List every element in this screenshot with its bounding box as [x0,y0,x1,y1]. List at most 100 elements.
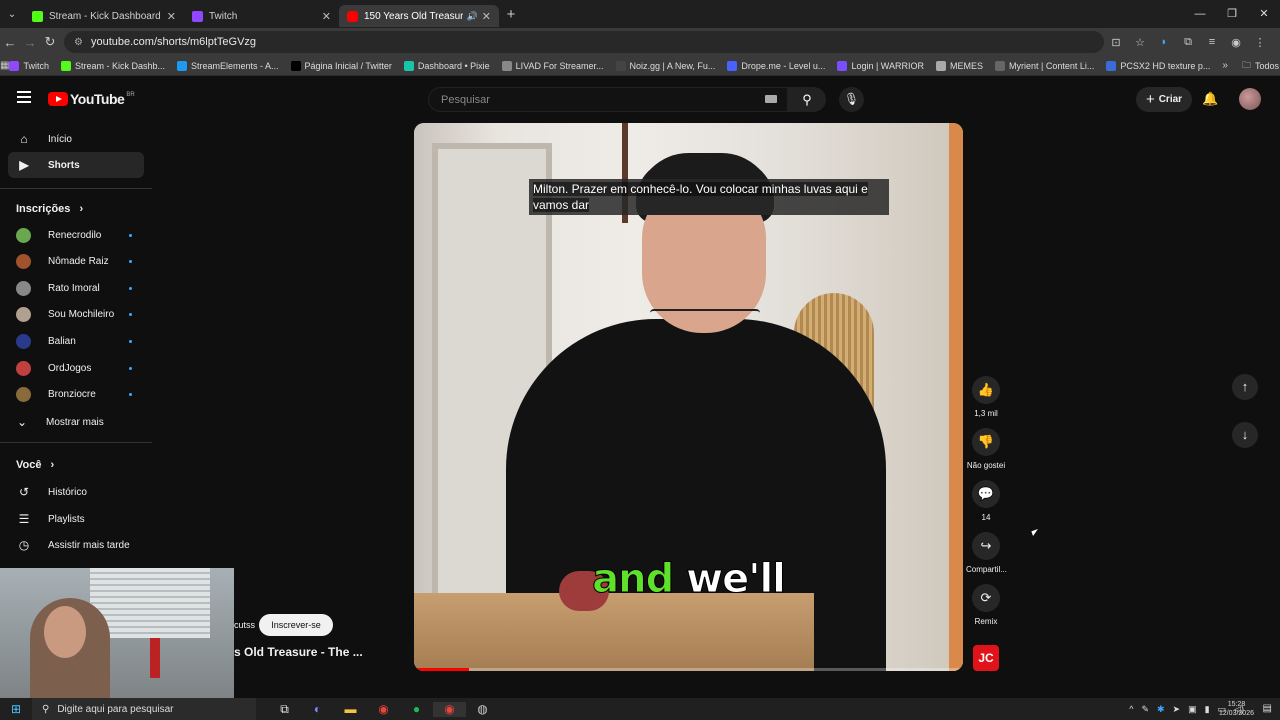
chrome-icon[interactable]: ◉ [367,702,400,717]
taskbar-search-input[interactable]: ⚲ Digite aqui para pesquisar [32,698,256,720]
you-heading[interactable]: Você › [16,459,54,471]
system-clock[interactable]: 15:28 12/03/2026 [1219,700,1254,718]
extensions-puzzle-icon[interactable]: ⧉ [1176,36,1200,49]
video-title[interactable]: s Old Treasure - The ... [234,645,363,659]
subscription-item[interactable]: Rato Imoral [16,277,136,299]
share-icon[interactable]: ↪ [972,532,1000,560]
bookmark-item[interactable]: MEMES [935,60,983,71]
notification-center-icon[interactable]: ▤ [1263,703,1272,714]
url-field[interactable]: ⚙ youtube.com/shorts/m6lptTeGVzg [64,31,1104,53]
like-button[interactable]: 👍 1,3 mil [966,376,1006,418]
dislike-button[interactable]: 👎 Não gostei [966,428,1006,470]
bookmark-item[interactable]: StreamElements - A... [177,60,279,71]
create-button[interactable]: + Criar [1136,87,1192,112]
previous-short-button[interactable]: ↑ [1232,374,1258,400]
tab-search-icon[interactable]: ⌄ [0,0,24,28]
subscription-item[interactable]: OrdJogos [16,357,136,379]
bookmark-item[interactable]: PCSX2 HD texture p... [1106,60,1210,71]
remix-icon[interactable]: ⟳ [972,584,1000,612]
tab-kick-dashboard[interactable]: Stream - Kick Dashboard ✕ [24,5,184,27]
search-button[interactable]: ⚲ [788,87,826,112]
mic-tray-icon[interactable]: ▮ [1205,704,1210,715]
subscription-item[interactable]: Balian [16,330,136,352]
search-input[interactable]: Pesquisar [428,87,788,112]
bookmark-item[interactable]: Dashboard • Pixie [403,60,490,71]
site-info-icon[interactable]: ⚙ [74,37,83,48]
voice-search-button[interactable]: 🎙 [839,87,864,112]
pen-icon[interactable]: ✎ [1141,704,1149,715]
remix-button[interactable]: ⟳ Remix [966,584,1006,626]
sidebar-item-shorts[interactable]: ▶ Shorts [8,152,144,178]
shorts-video-player[interactable]: Milton. Prazer em conhecê-lo. Vou coloca… [414,123,963,671]
subscription-item[interactable]: Bronziocre [16,384,136,406]
bookmark-item[interactable]: Login | WARRIOR [837,60,924,71]
minimize-icon[interactable]: — [1184,0,1216,28]
bluetooth-icon[interactable]: ✱ [1157,704,1165,715]
display-icon[interactable]: ▣ [1188,704,1197,715]
subscription-item[interactable]: Sou Mochileiro [16,304,136,326]
account-avatar[interactable] [1239,88,1261,110]
chrome-active-icon[interactable]: ◉ [433,701,466,717]
restore-icon[interactable]: ❐ [1216,0,1248,28]
subscriptions-heading[interactable]: Inscrições › [16,203,83,215]
subscription-item[interactable]: Nômade Raiz [16,251,136,273]
menu-dots-icon[interactable]: ⋮ [1248,36,1272,49]
like-icon[interactable]: 👍 [972,376,1000,404]
close-tab-icon[interactable]: ✕ [322,10,331,23]
sidebar-item-assistir-mais-tarde[interactable]: ◷ Assistir mais tarde [8,532,144,558]
subscribe-button[interactable]: Inscrever-se [259,614,333,636]
next-short-button[interactable]: ↓ [1232,422,1258,448]
more-bookmarks-icon[interactable]: » [1222,60,1228,71]
share-button[interactable]: ↪ Compartil... [966,532,1007,574]
copilot-icon[interactable]: ◐ [301,702,334,717]
dislike-icon[interactable]: 👎 [972,428,1000,456]
file-explorer-icon[interactable]: ▬ [334,702,367,717]
channel-avatar [16,360,31,376]
bookmark-star-icon[interactable]: ☆ [1128,36,1152,49]
pointer-icon[interactable]: ➤ [1173,704,1181,715]
close-tab-icon[interactable]: ✕ [482,10,491,23]
close-window-icon[interactable]: ✕ [1248,0,1280,28]
tab-twitch[interactable]: Twitch ✕ [184,5,339,27]
bookmark-item[interactable]: Twitch [9,60,49,71]
media-controls-icon[interactable]: ≡ [1200,36,1224,49]
channel-logo[interactable]: JC [973,645,999,671]
bookmark-item[interactable]: Página Inicial / Twitter [290,60,392,71]
windows-start-icon[interactable]: ⊞ [0,702,32,716]
bookmark-item[interactable]: Stream - Kick Dashb... [60,60,165,71]
youtube-logo[interactable]: YouTube BR [48,91,135,107]
sidebar-item-inicio[interactable]: ⌂ Início [8,126,144,152]
forward-icon[interactable]: → [20,35,40,50]
obs-icon[interactable]: ◍ [466,702,499,717]
bookmark-item[interactable]: LIVAD For Streamer... [501,60,604,71]
bookmark-item[interactable]: Drope.me - Level u... [727,60,825,71]
install-app-icon[interactable]: ⊡ [1104,36,1128,49]
close-tab-icon[interactable]: ✕ [167,10,176,23]
notifications-bell-icon[interactable]: 🔔 [1202,91,1218,107]
show-more-button[interactable]: ⌄ Mostrar mais [8,409,144,435]
reload-icon[interactable]: ↻ [40,34,60,50]
back-icon[interactable]: ← [0,35,20,50]
bookmark-item[interactable]: Myrient | Content Li... [994,60,1094,71]
action-label: Compartil... [966,565,1007,574]
comments-icon[interactable]: 💬 [972,480,1000,508]
speaker-icon[interactable]: 🔊 [467,11,478,22]
tray-expand-icon[interactable]: ^ [1129,704,1133,714]
profile-icon[interactable]: ◉ [1224,36,1248,49]
channel-name[interactable]: cutss [234,620,255,630]
tab-youtube-short[interactable]: 150 Years Old Treasure - Th 🔊 ✕ [339,5,499,27]
new-tab-button[interactable]: + [499,6,523,23]
bookmark-item[interactable]: Noiz.gg | A New, Fu... [615,60,715,71]
comments-button[interactable]: 💬 14 [966,480,1006,522]
video-progress-bar[interactable] [414,668,963,671]
keyboard-icon[interactable] [765,95,777,103]
apps-grid-icon[interactable]: ▦ [0,60,9,71]
subscription-item[interactable]: Renecrodilo [16,224,136,246]
spotify-icon[interactable]: ● [400,702,433,717]
task-view-icon[interactable]: ⧉ [268,702,301,717]
all-favorites-folder[interactable]: 🗀 Todos os favoritos [1242,58,1280,74]
sidebar-item-historico[interactable]: ↺ Histórico [8,479,144,505]
sidebar-item-playlists[interactable]: ☰ Playlists [8,506,144,532]
menu-hamburger-icon[interactable] [17,91,31,103]
extension-icon[interactable]: ◗ [1152,36,1176,49]
